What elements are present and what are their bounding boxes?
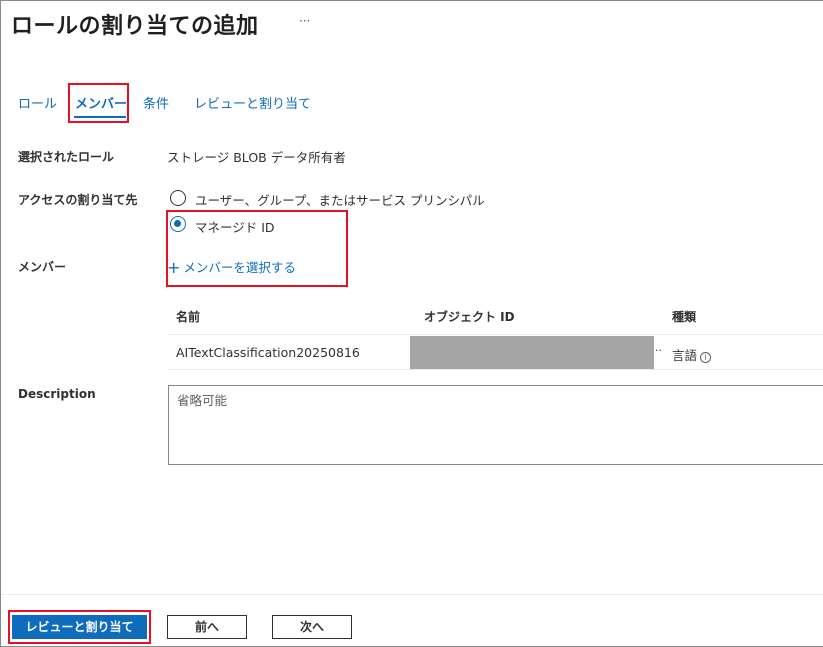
tab-review-assign[interactable]: レビューと割り当て [194,93,311,112]
table-header-divider [168,334,823,335]
col-header-object-id: オブジェクト ID [424,310,515,324]
selected-role-label: 選択されたロール [18,150,115,164]
assign-access-label: アクセスの割り当て先 [18,193,138,207]
members-label: メンバー [18,260,67,274]
page-title: ロールの割り当ての追加 [11,14,259,39]
tab-conditions[interactable]: 条件 [143,93,169,112]
col-header-type: 種類 [672,310,697,324]
object-id-overflow: ·· [655,344,662,357]
info-icon[interactable]: i [700,352,712,363]
member-type-text: 言語 [672,348,698,363]
member-type-cell: 言語 i [672,345,712,364]
tab-role[interactable]: ロール [18,93,57,112]
radio-user-group-sp-label[interactable]: ユーザー、グループ、またはサービス プリンシパル [195,190,485,209]
table-row-divider [168,369,823,370]
highlight-box-managed-id [166,210,348,287]
footer-divider [1,594,823,595]
radio-user-group-sp[interactable] [170,190,186,206]
next-button[interactable]: 次へ [272,615,352,639]
selected-role-value: ストレージ BLOB データ所有者 [167,150,346,165]
prev-button[interactable]: 前へ [167,615,247,639]
member-name-cell: AITextClassification20250816 [176,345,360,360]
col-header-name: 名前 [176,310,201,324]
more-options-button[interactable]: ··· [299,14,310,28]
description-textarea[interactable]: 省略可能 [168,385,823,465]
object-id-redacted [410,336,654,369]
highlight-box-members-tab [68,83,129,123]
highlight-box-review-button [8,610,151,644]
description-label: Description [18,387,96,401]
